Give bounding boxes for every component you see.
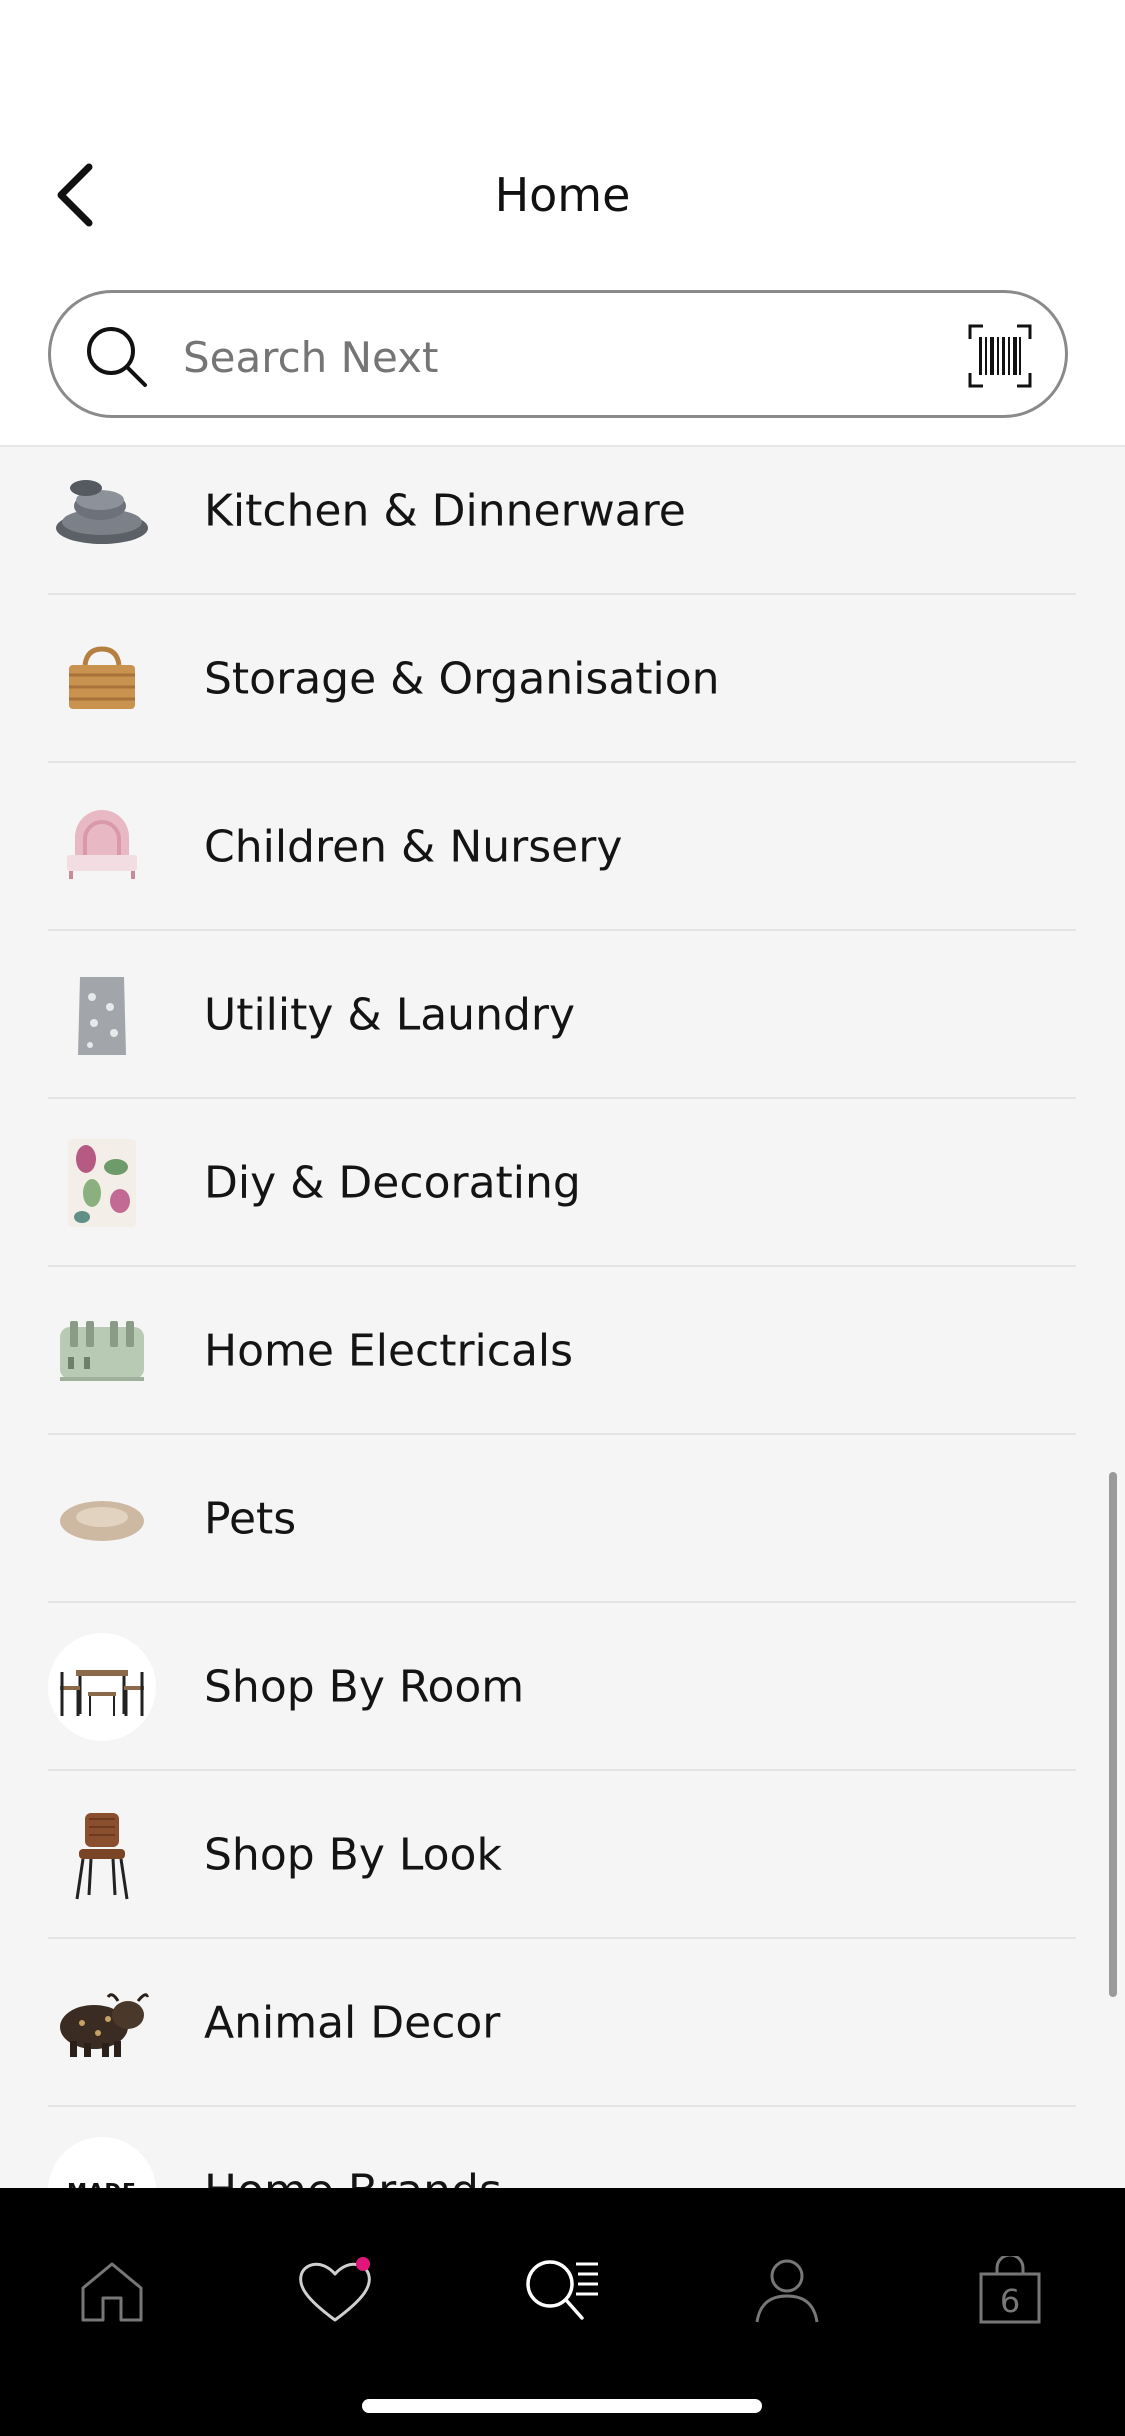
- category-row-kitchen-dinnerware[interactable]: Kitchen & Dinnerware: [48, 447, 1076, 595]
- category-label: Animal Decor: [204, 1997, 501, 2049]
- category-row-storage-organisation[interactable]: Storage & Organisation: [48, 595, 1076, 763]
- category-label: Shop By Room: [204, 1661, 525, 1713]
- home-indicator: [362, 2399, 762, 2413]
- made-logo-thumbnail: MADE: [48, 2137, 156, 2188]
- made-logo: MADE: [67, 2179, 137, 2188]
- search-input[interactable]: [181, 321, 985, 393]
- category-row-shop-by-room[interactable]: Shop By Room: [48, 1603, 1076, 1771]
- notification-dot: [356, 2257, 370, 2271]
- search-list-icon: [526, 2260, 598, 2320]
- favourites-tab[interactable]: [280, 2236, 390, 2346]
- home-icon: [81, 2262, 143, 2322]
- category-label: Pets: [204, 1493, 297, 1545]
- category-list: Kitchen & Dinnerware Storage & Organisat…: [0, 447, 1125, 2188]
- dining-set-thumbnail: [48, 1633, 156, 1741]
- category-row-diy-decorating[interactable]: Diy & Decorating: [48, 1099, 1076, 1267]
- laundry-bag-thumbnail: [48, 961, 156, 1069]
- category-row-home-brands[interactable]: MADE Home Brands: [48, 2107, 1076, 2188]
- category-label: Kitchen & Dinnerware: [204, 485, 686, 537]
- top-header: Home: [0, 0, 1125, 447]
- category-row-utility-laundry[interactable]: Utility & Laundry: [48, 931, 1076, 1099]
- wicker-basket-thumbnail: [48, 625, 156, 733]
- category-row-animal-decor[interactable]: Animal Decor: [48, 1939, 1076, 2107]
- heart-icon: [299, 2257, 371, 2322]
- category-row-shop-by-look[interactable]: Shop By Look: [48, 1771, 1076, 1939]
- highland-cow-thumbnail: [48, 1969, 156, 2077]
- floral-wallpaper-thumbnail: [48, 1129, 156, 1237]
- category-row-pets[interactable]: Pets: [48, 1435, 1076, 1603]
- category-label: Diy & Decorating: [204, 1157, 581, 1209]
- bag-tab[interactable]: 6: [955, 2236, 1065, 2346]
- search-icon: [87, 327, 147, 387]
- person-icon: [755, 2259, 819, 2323]
- category-label: Home Brands: [204, 2166, 502, 2189]
- category-label: Children & Nursery: [204, 821, 623, 873]
- search-tab[interactable]: [507, 2236, 617, 2346]
- dinnerware-thumbnail: [48, 457, 156, 565]
- category-label: Shop By Look: [204, 1829, 502, 1881]
- search-bar[interactable]: [48, 290, 1068, 418]
- toaster-thumbnail: [48, 1297, 156, 1405]
- category-row-home-electricals[interactable]: Home Electricals: [48, 1267, 1076, 1435]
- bag-count: 6: [999, 2282, 1021, 2320]
- category-row-children-nursery[interactable]: Children & Nursery: [48, 763, 1076, 931]
- barcode-scan-icon[interactable]: [967, 323, 1033, 389]
- category-label: Utility & Laundry: [204, 989, 576, 1041]
- scrollbar[interactable]: [1109, 1472, 1117, 1997]
- category-label: Storage & Organisation: [204, 653, 720, 705]
- category-label: Home Electricals: [204, 1325, 574, 1377]
- leather-chair-thumbnail: [48, 1801, 156, 1909]
- home-tab[interactable]: [57, 2236, 167, 2346]
- page-title: Home: [494, 168, 631, 222]
- kids-bed-thumbnail: [48, 793, 156, 901]
- account-tab[interactable]: [732, 2236, 842, 2346]
- pet-bed-thumbnail: [48, 1465, 156, 1573]
